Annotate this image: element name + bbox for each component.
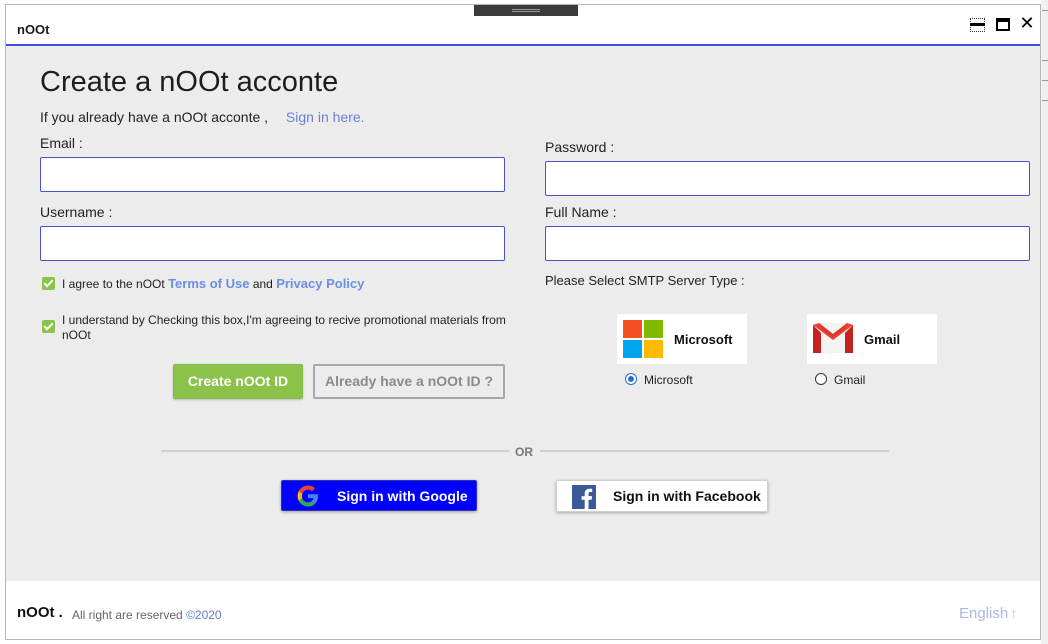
divider-left [161,450,509,452]
signin-prompt-text: If you already have a nOOt acconte , [40,109,269,125]
email-label: Email : [40,135,83,151]
smtp-card-gmail[interactable]: Gmail [807,314,937,364]
promo-checkbox[interactable] [42,320,55,333]
or-separator: OR [515,445,533,459]
password-field[interactable] [545,161,1030,196]
password-label: Password : [545,139,615,155]
terms-text: I agree to the nOOt Terms of Use and Pri… [62,276,365,291]
google-signin-label: Sign in with Google [337,488,468,504]
facebook-signin-button[interactable]: Sign in with Facebook [556,480,768,512]
window-drag-handle[interactable] [474,5,578,16]
smtp-label: Please Select SMTP Server Type : [545,273,745,288]
facebook-logo-icon [572,485,596,509]
google-logo-icon [297,485,318,507]
privacy-policy-link[interactable]: Privacy Policy [276,276,364,291]
already-have-id-button[interactable]: Already have a nOOt ID ? [313,364,505,399]
close-button[interactable]: ✕ [1018,14,1036,32]
fullname-field[interactable] [545,226,1030,261]
email-field[interactable] [40,157,505,192]
radio-gmail[interactable] [815,373,827,385]
username-label: Username : [40,204,113,220]
smtp-card-gmail-name: Gmail [864,332,901,347]
radio-microsoft[interactable] [625,373,637,385]
fullname-label: Full Name : [545,204,617,220]
terms-checkbox[interactable] [42,277,55,290]
minimize-button[interactable] [969,16,987,34]
divider-right [540,450,889,452]
footer-brand: nOOt . [17,604,63,621]
footer-copyright: All right are reserved ©2020 [72,608,222,622]
language-selector[interactable]: English ↑ [959,605,1017,622]
smtp-card-microsoft-name: Microsoft [674,332,733,347]
arrow-up-icon: ↑ [1010,605,1018,621]
terms-of-use-link[interactable]: Terms of Use [168,276,249,291]
gmail-logo-icon [813,323,853,353]
signin-prompt: If you already have a nOOt acconte , Sig… [40,109,365,125]
footer: nOOt . All right are reserved ©2020 Engl… [6,581,1040,639]
radio-gmail-label: Gmail [834,373,866,387]
signup-window: nOOt ✕ Create a nOOt acconte If you alre… [5,4,1041,640]
smtp-card-microsoft[interactable]: Microsoft [617,314,747,364]
background-app-edge [1041,0,1048,644]
close-icon: ✕ [1019,13,1035,33]
promo-text: I understand by Checking this box,I'm ag… [62,313,506,342]
page-title: Create a nOOt acconte [40,66,339,98]
facebook-signin-label: Sign in with Facebook [613,488,761,504]
microsoft-logo-icon [623,320,663,358]
google-signin-button[interactable]: Sign in with Google [281,480,477,511]
radio-microsoft-label: Microsoft [644,373,693,387]
maximize-button[interactable] [994,16,1012,34]
maximize-icon [996,18,1010,31]
create-id-button[interactable]: Create nOOt ID [173,364,303,399]
window-title: nOOt [17,22,50,37]
username-field[interactable] [40,226,505,261]
sign-in-link[interactable]: Sign in here. [286,109,365,125]
